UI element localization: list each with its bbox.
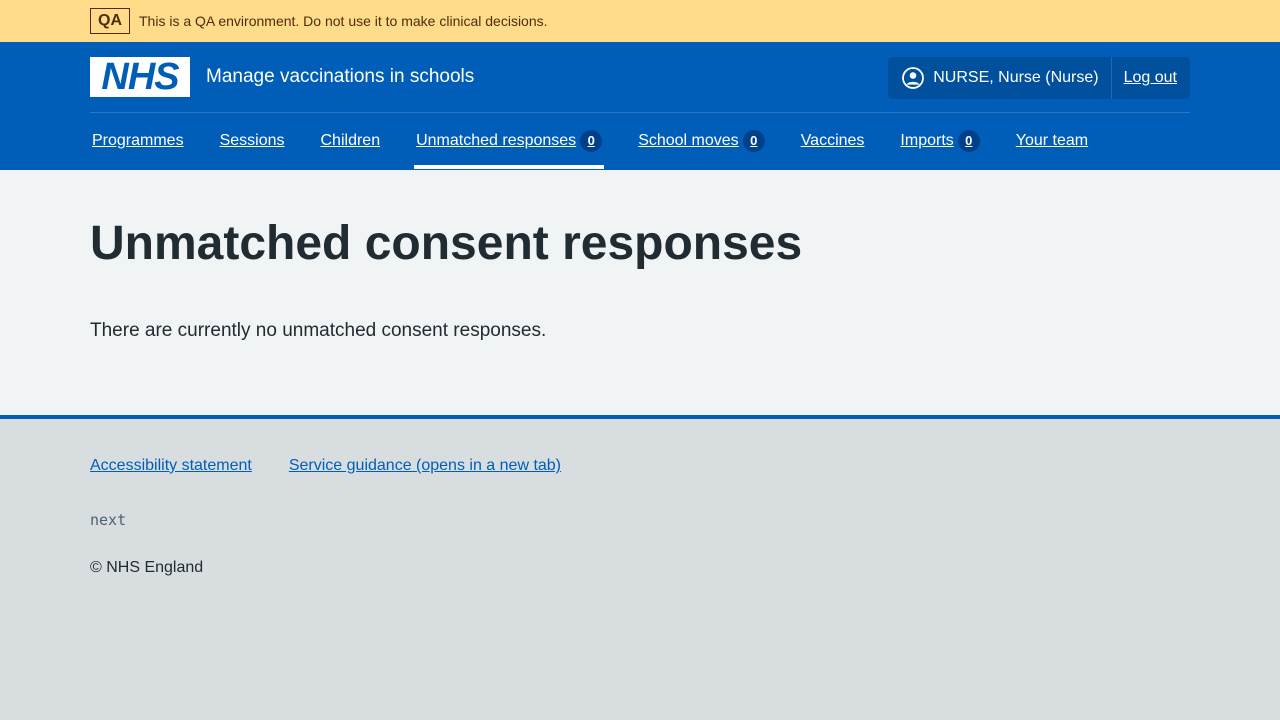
main-navigation: Programmes Sessions Children Unmatched r… [90, 113, 1190, 169]
nav-school-moves[interactable]: School moves 0 [636, 113, 767, 169]
account-menu: NURSE, Nurse (Nurse) Log out [888, 57, 1190, 99]
environment-warning-text: This is a QA environment. Do not use it … [139, 13, 548, 29]
nav-children[interactable]: Children [319, 113, 383, 169]
footer-links: Accessibility statement Service guidance… [90, 457, 1190, 475]
environment-banner: QA This is a QA environment. Do not use … [0, 0, 1280, 42]
nav-vaccines[interactable]: Vaccines [799, 113, 867, 169]
site-footer: Accessibility statement Service guidance… [0, 419, 1280, 577]
logout-link[interactable]: Log out [1112, 57, 1190, 99]
nav-label: Your team [1015, 132, 1089, 149]
empty-state-message: There are currently no unmatched consent… [90, 320, 547, 341]
nhs-logo-text: NHS [101, 56, 179, 98]
site-header: NHS Manage vaccinations in schools NURSE… [0, 42, 1280, 170]
environment-tag: QA [90, 8, 130, 34]
nav-label: Unmatched responses [416, 132, 577, 149]
service-name[interactable]: Manage vaccinations in schools [206, 66, 474, 88]
service-guidance-link[interactable]: Service guidance (opens in a new tab) [289, 457, 561, 475]
nav-imports[interactable]: Imports 0 [898, 113, 981, 169]
nav-your-team[interactable]: Your team [1014, 113, 1090, 169]
page-title: Unmatched consent responses [90, 217, 803, 270]
nav-label: Imports [900, 132, 954, 149]
nav-label: Children [320, 132, 381, 149]
count-badge: 0 [957, 130, 980, 152]
nav-label: Programmes [92, 132, 184, 149]
nhs-logo[interactable]: NHS [90, 57, 190, 97]
nav-unmatched-responses[interactable]: Unmatched responses 0 [414, 113, 605, 169]
version-label: next [90, 511, 127, 529]
main-content: Unmatched consent responses There are cu… [0, 170, 1280, 419]
nav-label: Vaccines [800, 132, 865, 149]
user-circle-icon [902, 67, 925, 89]
nav-sessions[interactable]: Sessions [218, 113, 287, 169]
nav-label: Sessions [219, 132, 285, 149]
copyright: © NHS England [90, 559, 204, 576]
count-badge: 0 [742, 130, 765, 152]
nav-label: School moves [638, 132, 739, 149]
accessibility-statement-link[interactable]: Accessibility statement [90, 457, 252, 475]
count-badge: 0 [580, 130, 603, 152]
nav-programmes[interactable]: Programmes [90, 113, 186, 169]
account-user-label: NURSE, Nurse (Nurse) [933, 69, 1099, 86]
account-user: NURSE, Nurse (Nurse) [888, 57, 1112, 99]
